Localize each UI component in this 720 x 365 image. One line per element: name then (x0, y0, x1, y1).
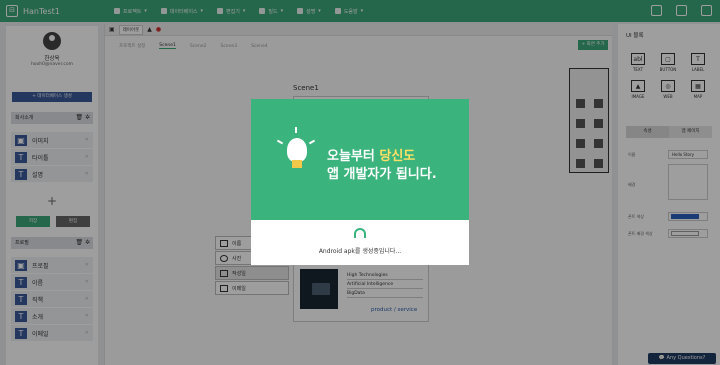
modal-headline-2: 앱 개발자가 됩니다. (327, 167, 437, 182)
spark-icon (308, 139, 316, 145)
modal-status: Android apk를 생성중입니다... (251, 220, 469, 265)
lightbulb-icon (287, 138, 307, 168)
modal-banner: 오늘부터 당신도 앱 개발자가 됩니다. (251, 99, 469, 220)
spark-icon (295, 127, 297, 133)
modal-headline-1: 오늘부터 당신도 (327, 149, 416, 164)
loading-icon (354, 228, 366, 238)
build-progress-modal: 오늘부터 당신도 앱 개발자가 됩니다. Android apk를 생성중입니다… (251, 99, 469, 265)
build-message: Android apk를 생성중입니다... (318, 248, 402, 255)
spark-icon (276, 139, 284, 145)
